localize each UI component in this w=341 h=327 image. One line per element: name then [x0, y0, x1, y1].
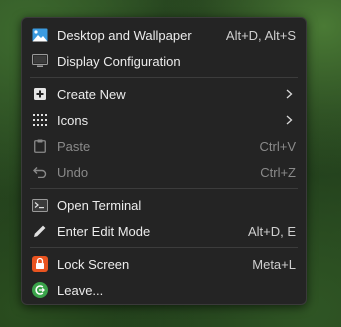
menu-item-label: Desktop and Wallpaper [57, 27, 192, 43]
chevron-right-icon [286, 89, 294, 99]
menu-item-undo[interactable]: Undo Ctrl+Z [26, 159, 302, 185]
menu-separator [30, 247, 298, 248]
menu-item-label: Icons [57, 112, 89, 128]
menu-item-shortcut: Ctrl+Z [260, 164, 296, 180]
menu-item-label: Undo [57, 164, 89, 180]
menu-item-label: Display Configuration [57, 53, 181, 69]
terminal-icon [32, 197, 48, 213]
menu-item-shortcut: Alt+D, Alt+S [225, 27, 296, 43]
create-new-icon [32, 86, 48, 102]
menu-item-enter-edit-mode[interactable]: Enter Edit Mode Alt+D, E [26, 218, 302, 244]
menu-item-open-terminal[interactable]: Open Terminal [26, 192, 302, 218]
menu-item-label: Lock Screen [57, 256, 130, 272]
menu-item-label: Leave... [57, 282, 104, 298]
menu-item-shortcut: Ctrl+V [259, 138, 296, 154]
menu-item-desktop-wallpaper[interactable]: Desktop and Wallpaper Alt+D, Alt+S [26, 22, 302, 48]
display-icon [32, 53, 48, 69]
menu-item-label: Paste [57, 138, 91, 154]
pencil-icon [32, 223, 48, 239]
lock-icon [32, 256, 48, 272]
menu-separator [30, 188, 298, 189]
clipboard-icon [32, 138, 48, 154]
menu-item-lock-screen[interactable]: Lock Screen Meta+L [26, 251, 302, 277]
menu-item-display-configuration[interactable]: Display Configuration [26, 48, 302, 74]
menu-item-label: Create New [57, 86, 126, 102]
desktop-context-menu: Desktop and Wallpaper Alt+D, Alt+S Displ… [21, 17, 307, 305]
chevron-right-icon [286, 115, 294, 125]
menu-item-label: Enter Edit Mode [57, 223, 151, 239]
leave-icon [32, 282, 48, 298]
menu-item-create-new[interactable]: Create New [26, 81, 302, 107]
menu-item-paste[interactable]: Paste Ctrl+V [26, 133, 302, 159]
menu-item-leave[interactable]: Leave... [26, 277, 302, 303]
icons-grid-icon [32, 112, 48, 128]
desktop-wallpaper-icon [32, 27, 48, 43]
menu-item-label: Open Terminal [57, 197, 142, 213]
menu-item-icons[interactable]: Icons [26, 107, 302, 133]
undo-icon [32, 164, 48, 180]
menu-item-shortcut: Alt+D, E [247, 223, 296, 239]
menu-item-shortcut: Meta+L [252, 256, 296, 272]
menu-separator [30, 77, 298, 78]
